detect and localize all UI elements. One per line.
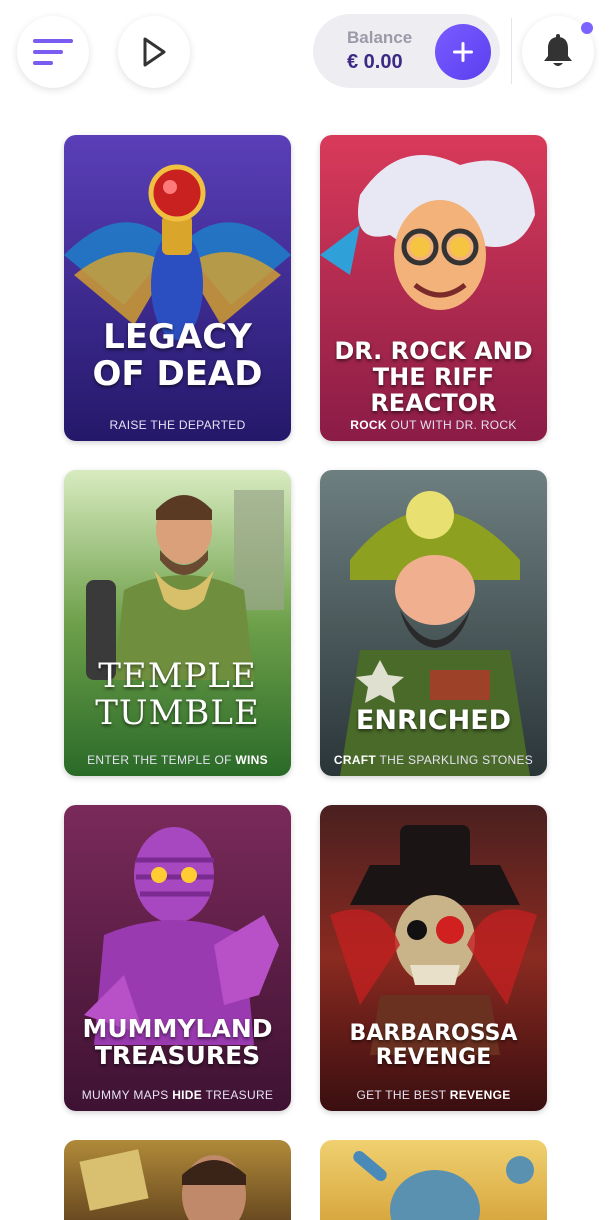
game-tagline: ENTER THE TEMPLE OF WINS <box>64 753 291 767</box>
balance-value: € 0.00 <box>347 51 403 73</box>
game-title-line2: THE RIFF REACTOR <box>370 362 497 417</box>
game-card-partial-left[interactable] <box>64 1140 291 1220</box>
tagline-part: OUT WITH DR. ROCK <box>386 418 517 432</box>
game-tagline: ROCK OUT WITH DR. ROCK <box>320 418 547 432</box>
game-art-legacy-of-dead <box>64 135 291 441</box>
game-title-line1: LEGACY <box>103 317 252 357</box>
game-tagline: CRAFT THE SPARKLING STONES <box>320 753 547 767</box>
tagline-part: RAISE <box>109 418 151 432</box>
bell-icon <box>544 34 572 66</box>
game-card-partial-right[interactable] <box>320 1140 547 1220</box>
balance-label: Balance <box>347 28 413 47</box>
game-title-line1: MUMMYLAND <box>82 1014 273 1043</box>
notification-dot <box>581 22 593 34</box>
deposit-button[interactable] <box>435 24 491 80</box>
game-title-line1: DR. ROCK AND <box>334 337 533 365</box>
game-title-line2: REVENGE <box>375 1044 492 1070</box>
game-title-line2: OF DEAD <box>92 353 263 394</box>
tagline-part: THE SPARKLING STONES <box>376 753 534 767</box>
play-icon <box>143 37 166 67</box>
tagline-part: MUMMY MAPS <box>81 1088 173 1102</box>
tagline-part: GET THE BEST <box>356 1088 450 1102</box>
balance-widget[interactable]: Balance € 0.00 <box>313 14 500 88</box>
game-title-line2: TUMBLE <box>95 692 260 733</box>
tagline-part: ROCK <box>350 418 387 432</box>
play-button[interactable] <box>118 16 190 88</box>
game-card-barbarossa-revenge[interactable]: BARBAROSSA REVENGE GET THE BEST REVENGE <box>320 805 547 1111</box>
menu-button[interactable] <box>17 16 89 88</box>
tagline-part: TREASURE <box>202 1088 274 1102</box>
game-title-line2: TREASURES <box>94 1041 261 1070</box>
game-card-temple-tumble[interactable]: TEMPLE TUMBLE ENTER THE TEMPLE OF WINS <box>64 470 291 776</box>
game-card-mummyland-treasures[interactable]: MUMMYLAND TREASURES MUMMY MAPS HIDE TREA… <box>64 805 291 1111</box>
tagline-part: HIDE <box>172 1088 203 1102</box>
hamburger-menu-icon <box>33 39 73 65</box>
game-title-line1: BARBAROSSA <box>349 1021 518 1046</box>
game-tagline: MUMMY MAPS HIDE TREASURE <box>64 1088 291 1102</box>
tagline-part: ENTER THE TEMPLE OF <box>87 753 236 767</box>
header-divider <box>511 18 512 84</box>
game-card-dr-rock[interactable]: DR. ROCK AND THE RIFF REACTOR ROCK OUT W… <box>320 135 547 441</box>
tagline-part: CRAFT <box>333 753 377 767</box>
game-title-line1: ENRICHED <box>355 705 512 736</box>
game-card-enriched[interactable]: ENRICHED CRAFT THE SPARKLING STONES <box>320 470 547 776</box>
game-tagline: RAISE THE DEPARTED <box>64 418 291 432</box>
game-art-partial-left <box>79 1149 246 1220</box>
game-tagline: GET THE BEST REVENGE <box>320 1088 547 1102</box>
top-bar: Balance € 0.00 <box>0 0 611 100</box>
game-card-legacy-of-dead[interactable]: LEGACY OF DEAD RAISE THE DEPARTED <box>64 135 291 441</box>
tagline-part: THE DEPARTED <box>150 418 246 432</box>
plus-icon <box>453 42 473 62</box>
game-art-partial-right <box>353 1151 534 1220</box>
tagline-part: REVENGE <box>449 1088 511 1102</box>
game-title-line1: TEMPLE <box>98 656 257 696</box>
tagline-part: WINS <box>235 753 268 767</box>
